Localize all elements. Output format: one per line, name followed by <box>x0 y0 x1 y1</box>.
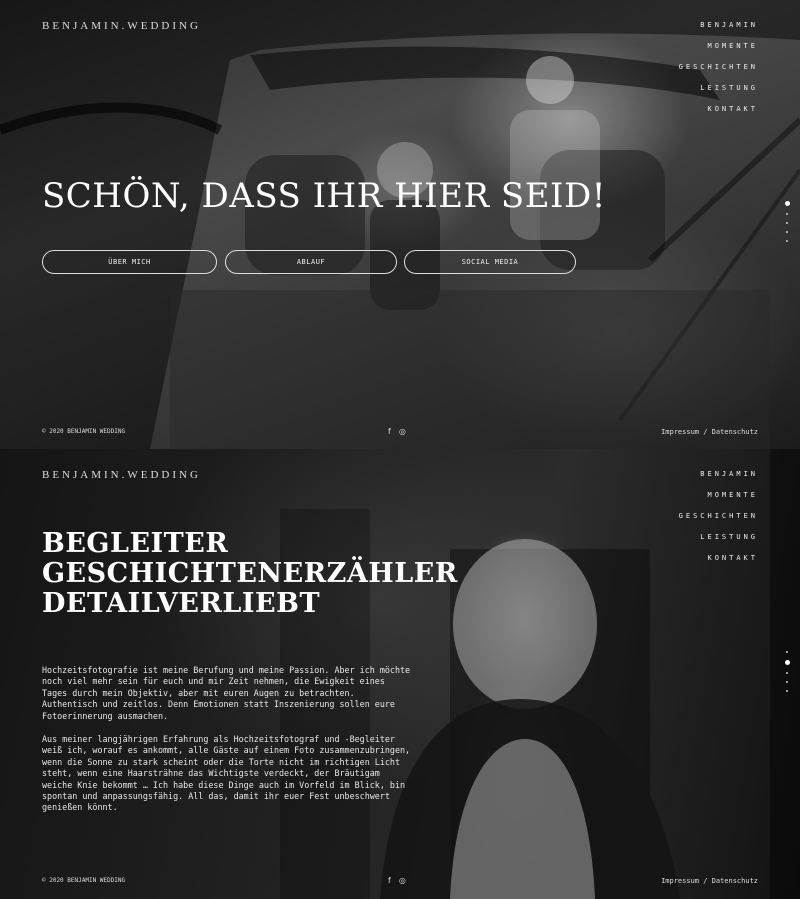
nav-item-leistung[interactable]: LEISTUNG <box>679 83 758 104</box>
nav-item-momente[interactable]: MOMENTE <box>679 490 758 511</box>
text-line: noch viel mehr sein für euch und mir Zei… <box>42 676 385 687</box>
nav-item-kontakt[interactable]: KONTAKT <box>679 104 758 125</box>
text-line: spontan und anpassungsfähig. All das, da… <box>42 791 390 802</box>
text-line: weiche Knie bekommt … Ich habe diese Din… <box>42 779 406 790</box>
hero-title: SCHÖN, DASS IHR HIER SEID! <box>42 176 606 216</box>
nav-item-geschichten[interactable]: GESCHICHTEN <box>679 511 758 532</box>
social-media-button[interactable]: SOCIAL MEDIA <box>404 250 576 274</box>
instagram-icon[interactable]: ◎ <box>399 876 406 885</box>
text-line: Tages durch mein Objektiv, aber mit eure… <box>42 687 355 698</box>
facebook-icon[interactable]: f <box>388 876 391 885</box>
social-links: f ◎ <box>388 876 418 885</box>
nav-item-benjamin[interactable]: BENJAMIN <box>679 469 758 490</box>
nav-item-momente[interactable]: MOMENTE <box>679 41 758 62</box>
section-dot[interactable] <box>786 690 788 692</box>
nav-item-geschichten[interactable]: GESCHICHTEN <box>679 62 758 83</box>
section-dot[interactable] <box>786 231 788 233</box>
headline-line: DETAILVERLIEBT <box>42 588 321 619</box>
about-me-button[interactable]: ÜBER MICH <box>42 250 217 274</box>
hero-section: BENJAMIN.WEDDING BENJAMIN MOMENTE GESCHI… <box>0 0 800 449</box>
text-line: wenn die Sonne zu stark scheint oder die… <box>42 756 400 767</box>
text-line: genießen könnt. <box>42 802 118 813</box>
legal-links[interactable]: Impressum / Datenschutz <box>661 877 758 885</box>
main-nav: BENJAMIN MOMENTE GESCHICHTEN LEISTUNG KO… <box>679 469 758 574</box>
facebook-icon[interactable]: f <box>388 427 391 436</box>
section-indicator <box>784 651 790 699</box>
headline-line: GESCHICHTENERZÄHLER <box>42 558 458 589</box>
instagram-icon[interactable]: ◎ <box>399 427 406 436</box>
nav-item-benjamin[interactable]: BENJAMIN <box>679 20 758 41</box>
brand-logo[interactable]: BENJAMIN.WEDDING <box>42 20 201 32</box>
section-indicator <box>784 201 790 249</box>
section-dot-active[interactable] <box>784 660 790 665</box>
text-line: Aus meiner langjährigen Erfahrung als Ho… <box>42 734 395 744</box>
section-dot[interactable] <box>786 222 788 224</box>
legal-links[interactable]: Impressum / Datenschutz <box>661 428 758 436</box>
about-paragraph-1: Hochzeitsfotografie ist meine Berufung u… <box>42 665 422 722</box>
headline-line: BEGLEITER <box>42 528 229 559</box>
footer: © 2020 BENJAMIN WEDDING f ◎ Impressum / D… <box>42 427 758 438</box>
section-dot[interactable] <box>786 651 788 653</box>
text-line: weiß ich, worauf es ankommt, alle Gäste … <box>42 745 411 756</box>
section-dot-active[interactable] <box>784 201 790 206</box>
social-links: f ◎ <box>388 427 418 436</box>
copyright-text: © 2020 BENJAMIN WEDDING <box>42 877 126 884</box>
copyright-text: © 2020 BENJAMIN WEDDING <box>42 428 126 435</box>
section-dot[interactable] <box>786 672 788 674</box>
brand-logo[interactable]: BENJAMIN.WEDDING <box>42 469 201 481</box>
text-line: Hochzeitsfotografie ist meine Berufung u… <box>42 665 411 675</box>
section-dot[interactable] <box>786 213 788 215</box>
text-line: steht, wenn eine Haarsträhne das Wichtig… <box>42 768 380 779</box>
about-headline: BEGLEITER GESCHICHTENERZÄHLER DETAILVERL… <box>42 529 458 619</box>
section-dot[interactable] <box>786 240 788 242</box>
text-line: Fotoerinnerung ausmachen. <box>42 710 169 721</box>
text-line: Authentisch und zeitlos. Denn Emotionen … <box>42 699 395 710</box>
footer: © 2020 BENJAMIN WEDDING f ◎ Impressum / D… <box>42 876 758 887</box>
main-nav: BENJAMIN MOMENTE GESCHICHTEN LEISTUNG KO… <box>679 20 758 125</box>
process-button[interactable]: ABLAUF <box>225 250 397 274</box>
about-paragraph-2: Aus meiner langjährigen Erfahrung als Ho… <box>42 734 422 814</box>
nav-item-kontakt[interactable]: KONTAKT <box>679 553 758 574</box>
nav-item-leistung[interactable]: LEISTUNG <box>679 532 758 553</box>
about-section: BENJAMIN.WEDDING BENJAMIN MOMENTE GESCHI… <box>0 449 800 899</box>
section-dot[interactable] <box>786 681 788 683</box>
